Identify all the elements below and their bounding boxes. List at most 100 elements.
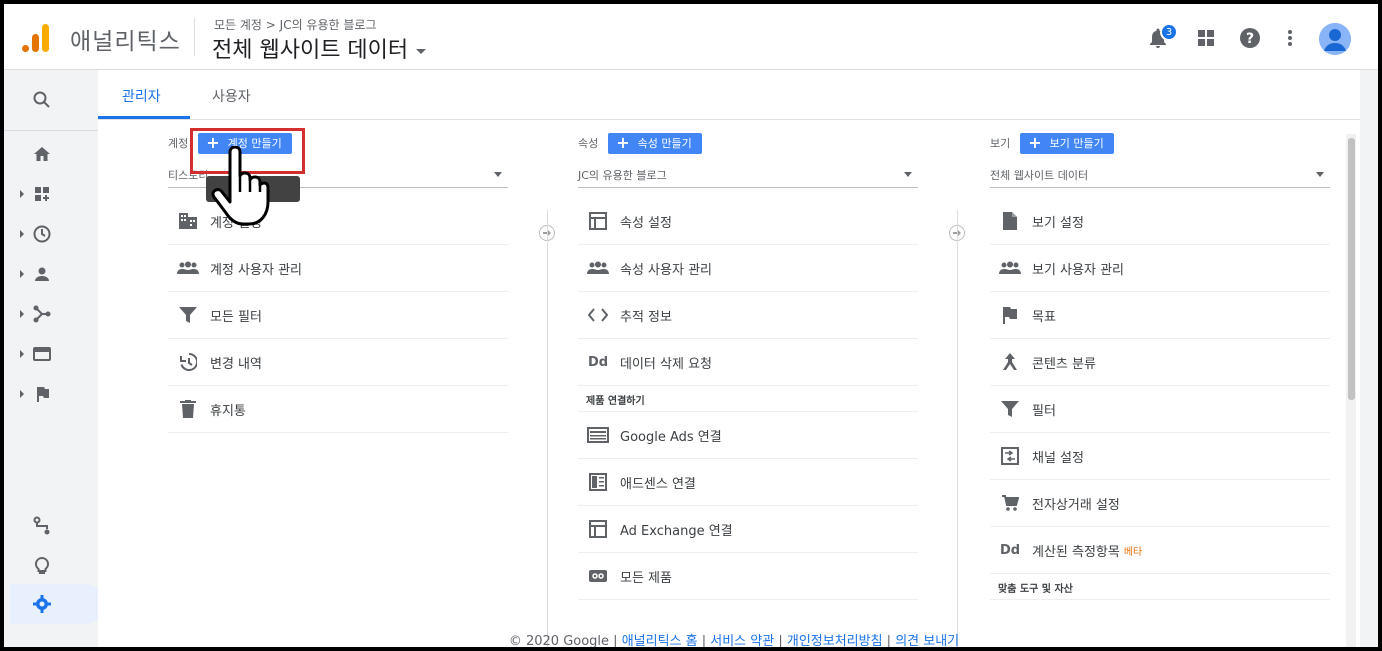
- property-user-management[interactable]: 속성 사용자 관리: [578, 245, 918, 292]
- more-vert-icon[interactable]: [1278, 26, 1302, 50]
- nav-realtime[interactable]: [4, 214, 98, 254]
- view-filters[interactable]: 필터: [990, 386, 1330, 433]
- filter-icon: [176, 303, 200, 327]
- ad-exchange-linking[interactable]: Ad Exchange 연결: [578, 506, 918, 553]
- footer-link-privacy[interactable]: 개인정보처리방침: [787, 634, 883, 647]
- change-history[interactable]: 변경 내역: [168, 339, 508, 386]
- admin-tabs: 관리자 사용자: [98, 70, 1360, 120]
- tab-user[interactable]: 사용자: [212, 86, 251, 106]
- chevron-down-icon: [416, 48, 427, 54]
- all-filters[interactable]: 모든 필터: [168, 292, 508, 339]
- product-item-label: 애드센스 연결: [620, 476, 696, 492]
- content-grouping-icon: [998, 350, 1022, 374]
- footer-copyright: © 2020 Google: [508, 634, 610, 647]
- footer-link-home[interactable]: 애널리틱스 홈: [622, 634, 698, 647]
- dropdown-arrow-icon: [1316, 172, 1324, 177]
- view-selector[interactable]: 전체 웹사이트 데이터: [990, 162, 1330, 188]
- nav-behavior[interactable]: [4, 334, 98, 374]
- expand-arrow-icon: [20, 190, 24, 198]
- property-selector[interactable]: 전체 웹사이트 데이터: [212, 32, 427, 64]
- gear-icon: [33, 595, 51, 613]
- tab-admin[interactable]: 관리자: [122, 86, 161, 106]
- avatar[interactable]: [1319, 23, 1351, 55]
- goals[interactable]: 목표: [990, 292, 1330, 339]
- expand-arrow-icon: [20, 230, 24, 238]
- create-view-label: 보기 만들기: [1049, 137, 1104, 150]
- dd-icon: Dd: [999, 542, 1021, 558]
- view-item-label: 채널 설정: [1032, 450, 1084, 466]
- property-menu: 속성 설정 속성 사용자 관리 추적 정보 Dd 데이터 삭제 요청 제품 연결…: [578, 198, 918, 600]
- account-user-management[interactable]: 계정 사용자 관리: [168, 245, 508, 292]
- nav-search[interactable]: [4, 80, 98, 120]
- content-grouping[interactable]: 콘텐츠 분류: [990, 339, 1330, 386]
- property-header: 속성 + 속성 만들기: [578, 132, 918, 154]
- flag-icon: [37, 387, 49, 402]
- analytics-logo[interactable]: [22, 22, 50, 54]
- acquisition-icon: [33, 305, 51, 323]
- account-item-label: 모든 필터: [210, 309, 262, 325]
- view-settings[interactable]: 보기 설정: [990, 198, 1330, 245]
- account-label: 계정: [168, 137, 189, 150]
- apps-grid-icon[interactable]: [1194, 26, 1218, 50]
- column-divider: [957, 210, 958, 647]
- view-selected: 전체 웹사이트 데이터: [990, 168, 1089, 182]
- trash-icon: [176, 397, 200, 421]
- calculated-metrics[interactable]: Dd 계산된 측정항목 베타: [990, 527, 1330, 574]
- property-column: 속성 + 속성 만들기 JC의 유용한 블로그 속성 설정 속성 사용자 관리: [578, 132, 918, 600]
- nav-discover[interactable]: [4, 546, 98, 586]
- top-header: 애널리틱스 모든 계정 > JC의 유용한 블로그 전체 웹사이트 데이터 3 …: [4, 4, 1378, 70]
- left-nav: [4, 70, 104, 647]
- all-products[interactable]: 모든 제품: [578, 553, 918, 600]
- view-menu: 보기 설정 보기 사용자 관리 목표 콘텐츠 분류 필터 채널 설정 전자상거래…: [990, 198, 1330, 600]
- data-deletion-requests[interactable]: Dd 데이터 삭제 요청: [578, 339, 918, 386]
- nav-conversions[interactable]: [4, 374, 98, 414]
- channel-settings[interactable]: 채널 설정: [990, 433, 1330, 480]
- view-label: 보기: [990, 137, 1011, 150]
- create-view-button[interactable]: + 보기 만들기: [1020, 132, 1114, 154]
- breadcrumb[interactable]: 모든 계정 > JC의 유용한 블로그: [214, 16, 377, 33]
- dropdown-arrow-icon: [904, 172, 912, 177]
- create-property-button[interactable]: + 속성 만들기: [608, 132, 702, 154]
- expand-arrow-icon: [20, 390, 24, 398]
- property-item-label: 데이터 삭제 요청: [620, 356, 712, 372]
- trash-can[interactable]: 휴지통: [168, 386, 508, 433]
- property-settings[interactable]: 속성 설정: [578, 198, 918, 245]
- property-selector[interactable]: JC의 유용한 블로그: [578, 162, 918, 188]
- view-item-label: 필터: [1032, 403, 1056, 419]
- plus-icon: +: [1028, 133, 1042, 152]
- group-icon: [176, 256, 200, 280]
- nav-attribution[interactable]: [4, 506, 98, 546]
- dd-icon: Dd: [587, 354, 609, 370]
- link-icon: [586, 564, 610, 588]
- view-user-management[interactable]: 보기 사용자 관리: [990, 245, 1330, 292]
- dashboard-icon: [35, 187, 49, 201]
- app-name: 애널리틱스: [70, 29, 181, 55]
- plus-icon: +: [616, 133, 630, 152]
- nav-admin[interactable]: [4, 584, 98, 624]
- adsense-linking[interactable]: 애드센스 연결: [578, 459, 918, 506]
- nav-acquisition[interactable]: [4, 294, 98, 334]
- hand-pointer-icon: [211, 146, 270, 226]
- product-linking-section: 제품 연결하기: [578, 386, 918, 412]
- footer-link-terms[interactable]: 서비스 약관: [710, 634, 774, 647]
- search-icon: [33, 91, 50, 108]
- ecommerce-settings[interactable]: 전자상거래 설정: [990, 480, 1330, 527]
- view-item-label: 전자상거래 설정: [1032, 497, 1120, 513]
- expand-arrow-icon: [20, 270, 24, 278]
- tracking-info[interactable]: 추적 정보: [578, 292, 918, 339]
- google-ads-linking[interactable]: Google Ads 연결: [578, 412, 918, 459]
- nav-audience[interactable]: [4, 254, 98, 294]
- scrollbar-thumb[interactable]: [1348, 138, 1355, 400]
- personal-tools-section: 맞춤 도구 및 자산: [990, 574, 1330, 600]
- help-icon[interactable]: ?: [1238, 26, 1262, 50]
- nav-customization[interactable]: [4, 174, 98, 214]
- tab-indicator: [98, 116, 190, 119]
- footer-link-feedback[interactable]: 의견 보내기: [895, 634, 959, 647]
- clock-icon: [33, 225, 51, 243]
- document-icon: [998, 209, 1022, 233]
- nav-home[interactable]: [4, 134, 98, 174]
- filter-icon: [998, 397, 1022, 421]
- property-item-label: 속성 설정: [620, 215, 672, 231]
- code-icon: [586, 303, 610, 327]
- view-item-label: 보기 사용자 관리: [1032, 262, 1124, 278]
